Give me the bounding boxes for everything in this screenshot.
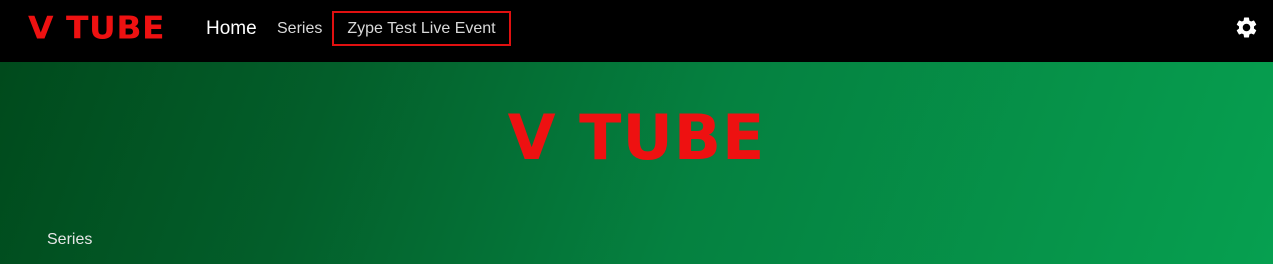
- nav-item-live-event-label: Zype Test Live Event: [347, 19, 496, 37]
- nav-item-series[interactable]: Series: [277, 19, 322, 39]
- hero-title: V TUBE: [507, 101, 766, 174]
- site-logo[interactable]: V TUBE: [28, 9, 165, 47]
- top-navigation-bar: V TUBE Home Series Zype Test Live Event: [0, 0, 1273, 62]
- gear-icon[interactable]: [1234, 15, 1259, 40]
- nav-item-live-event[interactable]: Zype Test Live Event: [332, 11, 511, 46]
- nav-item-home[interactable]: Home: [206, 17, 257, 41]
- hero-banner: V TUBE Series: [0, 62, 1273, 264]
- section-label-series: Series: [47, 231, 93, 248]
